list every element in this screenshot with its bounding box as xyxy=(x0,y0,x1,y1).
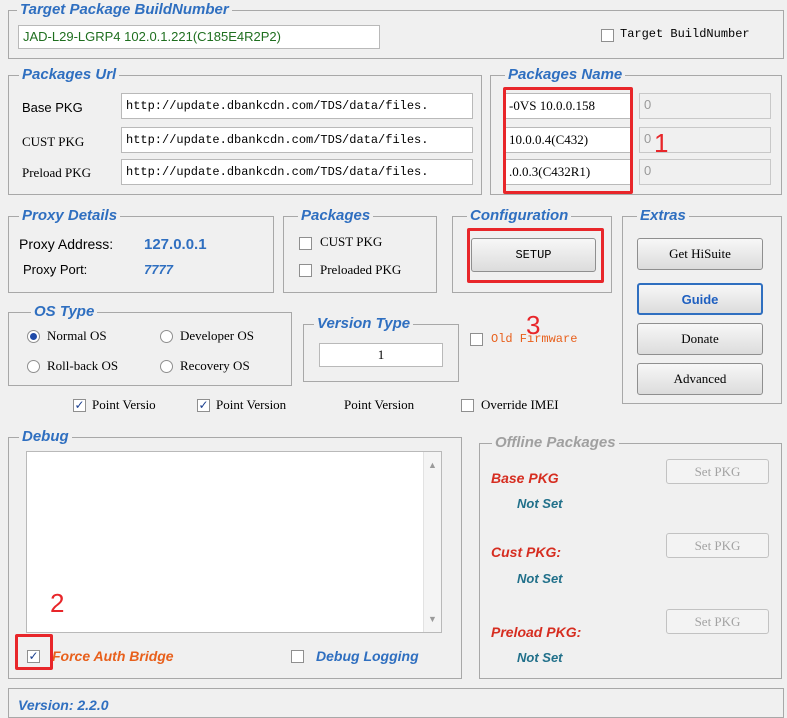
target-package-legend: Target Package BuildNumber xyxy=(17,1,232,19)
old-firmware-checkbox[interactable] xyxy=(470,333,483,346)
packages-legend: Packages xyxy=(298,207,374,225)
proxy-address-value: 127.0.0.1 xyxy=(144,236,207,253)
offline-packages-legend: Offline Packages xyxy=(492,434,619,452)
packages-name-legend: Packages Name xyxy=(505,66,626,84)
donate-button[interactable]: Donate xyxy=(637,323,763,355)
target-buildnumber-label: Target BuildNumber xyxy=(620,27,750,41)
base-pkg-url-input[interactable]: http://update.dbankcdn.com/TDS/data/file… xyxy=(121,93,473,119)
get-hisuite-button[interactable]: Get HiSuite xyxy=(637,238,763,270)
advanced-button[interactable]: Advanced xyxy=(637,363,763,395)
offline-base-pkg-label: Base PKG xyxy=(491,470,559,486)
build-number-input[interactable]: JAD-L29-LGRP4 102.0.1.221(C185E4R2P2) xyxy=(18,25,380,49)
offline-preload-pkg-label: Preload PKG: xyxy=(491,624,582,640)
force-auth-bridge-label: Force Auth Bridge xyxy=(52,648,174,664)
debug-log-textarea[interactable]: ▲ ▼ xyxy=(26,451,442,633)
annotation-number-1: 1 xyxy=(654,128,669,158)
developer-os-label: Developer OS xyxy=(180,328,255,343)
version-footer-label: Version: 2.2.0 xyxy=(18,697,109,713)
point-version-1-label: Point Versio xyxy=(92,397,156,412)
version-footer-box xyxy=(8,688,784,718)
recovery-os-label: Recovery OS xyxy=(180,358,250,373)
debug-logging-checkbox[interactable] xyxy=(291,650,304,663)
rollback-os-radio[interactable] xyxy=(27,360,40,373)
offline-preload-set-pkg-button[interactable]: Set PKG xyxy=(666,609,769,634)
recovery-os-radio[interactable] xyxy=(160,360,173,373)
guide-button[interactable]: Guide xyxy=(637,283,763,315)
debug-logging-label: Debug Logging xyxy=(316,648,419,664)
preloaded-pkg-checkbox[interactable] xyxy=(299,264,312,277)
target-buildnumber-checkbox[interactable] xyxy=(601,29,614,42)
override-imei-checkbox[interactable] xyxy=(461,399,474,412)
developer-os-radio[interactable] xyxy=(160,330,173,343)
proxy-details-legend: Proxy Details xyxy=(19,207,121,225)
debug-scrollbar[interactable]: ▲ ▼ xyxy=(423,452,441,632)
offline-preload-pkg-status: Not Set xyxy=(517,650,563,665)
proxy-address-label: Proxy Address: xyxy=(19,236,114,252)
annotation-number-3: 3 xyxy=(526,310,541,340)
proxy-details-group: Proxy Details xyxy=(8,207,274,293)
annotation-box-force-auth xyxy=(15,634,53,670)
annotation-number-2: 2 xyxy=(50,588,65,618)
cust-pkg-checkbox-label: CUST PKG xyxy=(320,234,383,249)
preload-pkg-url-input[interactable]: http://update.dbankcdn.com/TDS/data/file… xyxy=(121,159,473,185)
proxy-port-label: Proxy Port: xyxy=(23,262,88,277)
offline-cust-pkg-status: Not Set xyxy=(517,571,563,586)
debug-legend: Debug xyxy=(19,428,72,446)
preloaded-pkg-checkbox-label: Preloaded PKG xyxy=(320,262,402,277)
annotation-box-setup xyxy=(467,228,604,283)
cust-pkg-label: CUST PKG xyxy=(22,134,85,149)
packages-group: Packages xyxy=(283,207,437,293)
point-version-1-checkbox[interactable]: ✓ xyxy=(73,399,86,412)
os-type-legend: OS Type xyxy=(31,303,98,321)
scroll-up-arrow-icon[interactable]: ▲ xyxy=(428,460,437,470)
offline-base-pkg-status: Not Set xyxy=(517,496,563,511)
normal-os-radio[interactable] xyxy=(27,330,40,343)
rollback-os-label: Roll-back OS xyxy=(47,358,119,373)
version-type-input[interactable]: 1 xyxy=(319,343,443,367)
point-version-3-label: Point Version xyxy=(344,397,415,412)
point-version-2-checkbox[interactable]: ✓ xyxy=(197,399,210,412)
proxy-port-value: 7777 xyxy=(144,262,173,277)
offline-cust-pkg-label: Cust PKG: xyxy=(491,544,561,560)
scroll-down-arrow-icon[interactable]: ▼ xyxy=(428,614,437,624)
override-imei-label: Override IMEI xyxy=(481,397,559,412)
packages-url-legend: Packages Url xyxy=(19,66,120,84)
package-value-base: 0 xyxy=(639,93,771,119)
offline-base-set-pkg-button[interactable]: Set PKG xyxy=(666,459,769,484)
base-pkg-label: Base PKG xyxy=(22,100,83,115)
preload-pkg-label: Preload PKG xyxy=(22,165,91,180)
offline-cust-set-pkg-button[interactable]: Set PKG xyxy=(666,533,769,558)
cust-pkg-checkbox[interactable] xyxy=(299,237,312,250)
annotation-box-packages-name xyxy=(503,87,633,194)
version-type-legend: Version Type xyxy=(314,315,414,333)
cust-pkg-url-input[interactable]: http://update.dbankcdn.com/TDS/data/file… xyxy=(121,127,473,153)
package-value-preload: 0 xyxy=(639,159,771,185)
point-version-2-label: Point Version xyxy=(216,397,287,412)
configuration-legend: Configuration xyxy=(467,207,572,225)
normal-os-label: Normal OS xyxy=(47,328,107,343)
extras-legend: Extras xyxy=(637,207,689,225)
os-type-group: OS Type xyxy=(8,303,292,386)
